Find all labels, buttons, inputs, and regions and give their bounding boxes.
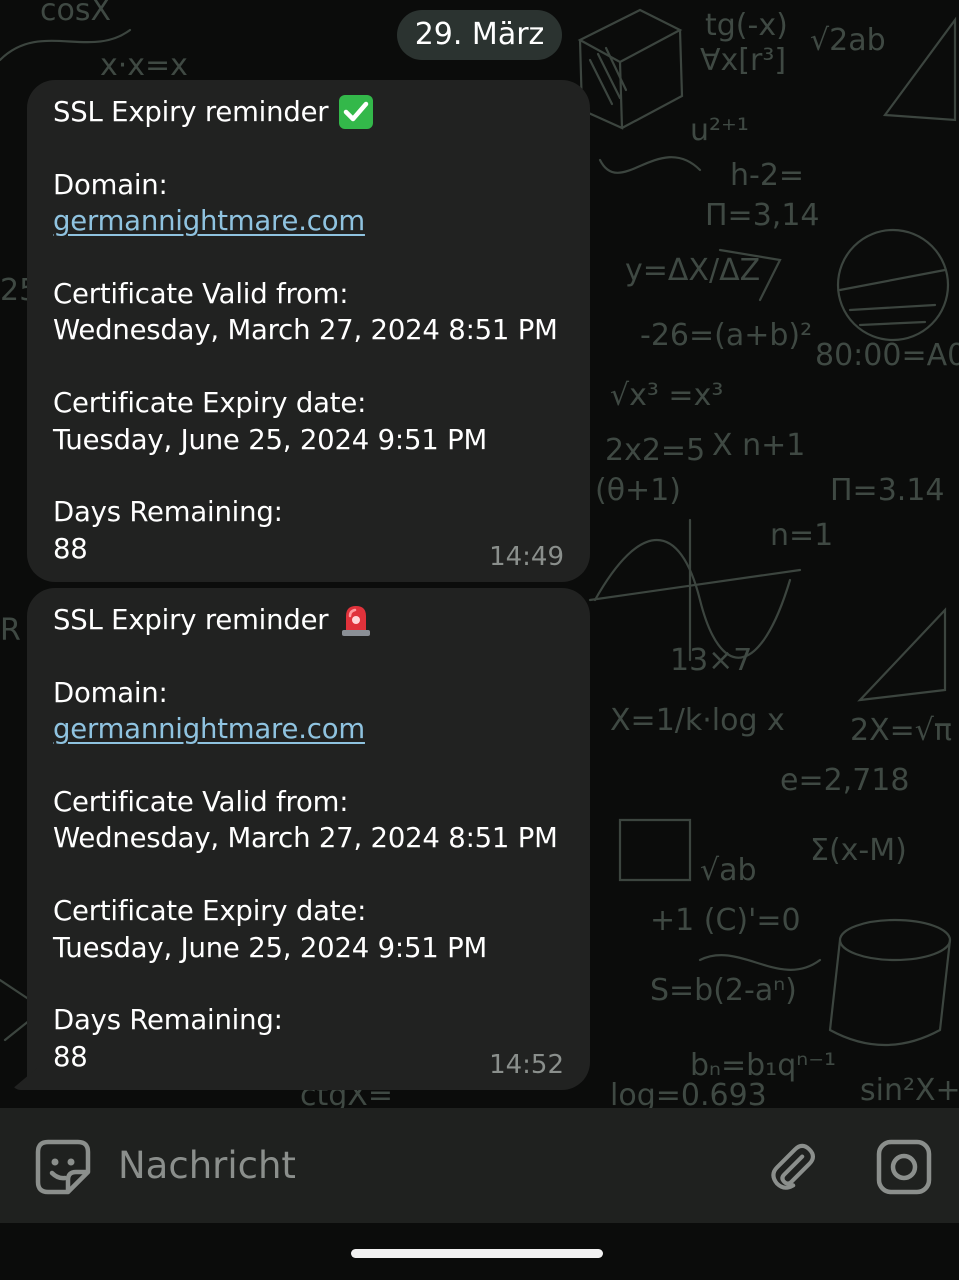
svg-text:∀x[r³]: ∀x[r³] [700,43,786,78]
date-separator: 29. März [397,10,562,60]
svg-text:√ab: √ab [700,853,757,888]
camera-icon[interactable] [875,1138,933,1196]
valid-from-value: Wednesday, March 27, 2024 8:51 PM [53,822,558,855]
svg-text:+1 (C)'=0: +1 (C)'=0 [650,903,801,938]
message-title-row: SSL Expiry reminder [53,94,564,130]
check-mark-button-icon [338,94,374,130]
message-bubble[interactable]: SSL Expiry reminder Domain: germannightm… [27,80,590,582]
svg-text:log=0.693: log=0.693 [610,1078,767,1108]
message-title: SSL Expiry reminder [53,96,329,128]
domain-label: Domain: [53,676,168,709]
svg-text:tg(-x): tg(-x) [705,8,788,43]
message-bubble[interactable]: SSL Expiry reminder Domain: germannightm… [11,588,590,1090]
expiry-value: Tuesday, June 25, 2024 9:51 PM [53,931,488,964]
svg-text:sin²X+: sin²X+ [860,1073,959,1108]
valid-from-value: Wednesday, March 27, 2024 8:51 PM [53,314,558,347]
svg-text:Σ(x-M): Σ(x-M) [810,833,907,868]
days-remaining-value: 88 [53,532,88,565]
svg-text:13×7: 13×7 [670,643,752,678]
svg-text:x·x=x: x·x=x [100,48,188,83]
expiry-label: Certificate Expiry date: [53,387,367,420]
svg-text:2x2=5: 2x2=5 [605,433,705,468]
svg-text:S=b(2-aⁿ): S=b(2-aⁿ) [650,973,797,1008]
svg-text:2X=√π: 2X=√π [850,713,952,748]
svg-text:e=2,718: e=2,718 [780,763,909,798]
svg-text:Π=3,14: Π=3,14 [705,198,820,233]
days-remaining-value: 88 [53,1040,88,1073]
valid-from-label: Certificate Valid from: [53,786,349,818]
svg-text:h-2=: h-2= [730,158,804,193]
domain-label: Domain: [53,168,168,201]
svg-text:n=1: n=1 [770,518,833,553]
paperclip-icon[interactable] [766,1140,820,1194]
days-remaining-label: Days Remaining: [53,496,283,529]
svg-text:u²⁺¹: u²⁺¹ [690,113,749,148]
sticker-icon[interactable] [34,1138,92,1196]
svg-text:-26=(a+b)²: -26=(a+b)² [640,318,812,353]
svg-text:√x³ =x³: √x³ =x³ [610,378,723,413]
valid-from-label: Certificate Valid from: [53,278,349,310]
message-time: 14:52 [489,1050,564,1080]
svg-text:(θ+1): (θ+1) [595,473,681,508]
svg-text:y=ΔX/ΔZ: y=ΔX/ΔZ [625,253,760,288]
days-remaining-label: Days Remaining: [53,1004,283,1037]
message-title: SSL Expiry reminder [53,604,329,636]
svg-text:Π=3.14: Π=3.14 [830,473,945,508]
expiry-label: Certificate Expiry date: [53,895,367,928]
svg-text:√2ab: √2ab [810,23,886,58]
svg-text:cosX: cosX [40,0,111,28]
domain-link[interactable]: germannightmare.com [53,203,564,239]
svg-text:R: R [0,613,21,648]
domain-link[interactable]: germannightmare.com [53,711,564,747]
svg-text:80:00=A0:00: 80:00=A0:00 [815,338,959,373]
message-input[interactable]: Nachricht [118,1140,296,1192]
svg-text:X n+1: X n+1 [712,428,805,463]
message-title-row: SSL Expiry reminder [53,602,564,638]
police-car-light-icon [338,602,374,638]
expiry-value: Tuesday, June 25, 2024 9:51 PM [53,423,488,456]
message-time: 14:49 [489,542,564,572]
home-indicator[interactable] [351,1249,603,1258]
svg-text:X=1/k·log x: X=1/k·log x [610,703,785,738]
